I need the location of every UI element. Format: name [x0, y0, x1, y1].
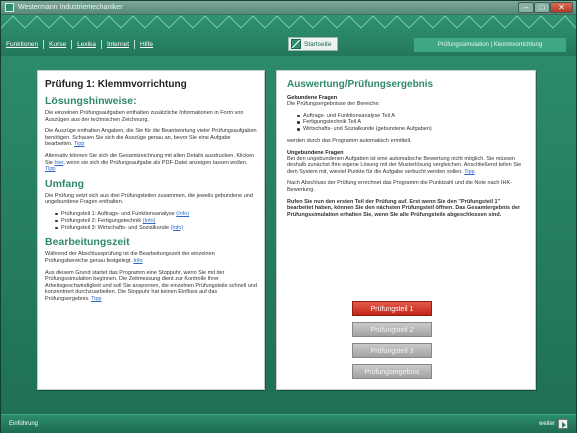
hints-paragraph-3: Alternativ können Sie sich die Gesamtzei… [45, 152, 255, 173]
close-button[interactable]: ✕ [550, 2, 573, 13]
app-window: Westermann Industriemechaniker – □ ✕ Fun… [0, 0, 577, 433]
title-bar: Westermann Industriemechaniker – □ ✕ [1, 1, 576, 15]
time-paragraph-1: Während der Abschlussprüfung ist die Bea… [45, 251, 215, 264]
scope-paragraph: Die Prüfung setzt sich aus drei Prüfungs… [45, 192, 253, 206]
maximize-button[interactable]: □ [534, 2, 550, 13]
bound-questions-after: werden durch das Programm automatisch er… [287, 137, 412, 144]
hints-paragraph-2: Die Auszüge enthalten Angaben, die Sie f… [45, 128, 257, 148]
list-item: Prüfungsteil 3: Wirtschafts- und Sozialk… [55, 225, 257, 232]
info-link-part-1[interactable]: (Info) [176, 211, 189, 217]
info-link-part-2[interactable]: (Info) [143, 218, 156, 224]
menu-funktionen[interactable]: Funktionen [1, 40, 45, 49]
next-button[interactable]: weiter [539, 419, 568, 429]
list-item: Prüfungsteil 1: Auftrags- und Funktionsa… [55, 211, 257, 218]
home-icon [291, 39, 301, 49]
tipp-link-3[interactable]: Tipp [91, 296, 102, 302]
evaluation-panel: Auswertung/Prüfungsergebnis Gebundene Fr… [276, 70, 536, 390]
evaluation-title: Auswertung/Prüfungsergebnis [287, 79, 434, 90]
list-item: Auftrags- und Funktionsanalyse Teil A [297, 113, 525, 120]
window-title: Westermann Industriemechaniker [18, 4, 123, 11]
final-paragraph: Nach Abschluss der Prüfung errechnet das… [287, 180, 513, 193]
tipp-link-2[interactable]: Tipp [45, 166, 56, 172]
info-panel: Prüfung 1: Klemmvorrichtung Lösungshinwe… [37, 70, 265, 390]
intro-link[interactable]: Einführung [9, 421, 38, 427]
list-item: Prüfungsteil 2: Fertigungstechnik (Info) [55, 218, 257, 225]
time-heading: Bearbeitungszeit [45, 236, 130, 249]
info-link-part-3[interactable]: (Info) [170, 225, 183, 231]
main-menu: Funktionen Kurse Lexika Internet Hilfe [1, 37, 158, 52]
scope-heading: Umfang [45, 177, 85, 190]
exam-part-buttons: Prüfungsteil 1 Prüfungsteil 2 Prüfungste… [352, 301, 432, 385]
unbound-questions-paragraph: Bei den ungebundenen Aufgaben ist eine a… [287, 155, 522, 175]
start-page-button[interactable]: Startseite [288, 37, 338, 51]
time-paragraph-2: Aus diesem Grund startet das Programm ei… [45, 269, 257, 302]
menu-lexika[interactable]: Lexika [72, 40, 102, 49]
hints-heading: Lösungshinweise: [45, 95, 137, 107]
list-item: Fertigungstechnik Teil A [297, 119, 525, 126]
exam-part-2-button[interactable]: Prüfungsteil 2 [352, 322, 432, 337]
exam-part-1-button[interactable]: Prüfungsteil 1 [352, 301, 432, 316]
menu-kurse[interactable]: Kurse [44, 40, 73, 49]
exam-title: Prüfung 1: Klemmvorrichtung [45, 79, 187, 90]
time-info-link[interactable]: Info [133, 258, 142, 264]
exam-part-3-button[interactable]: Prüfungsteil 3 [352, 343, 432, 358]
tipp-link-1[interactable]: Tipp [74, 141, 85, 147]
bound-areas-list: Auftrags- und Funktionsanalyse Teil A Fe… [297, 113, 525, 133]
scope-list: Prüfungsteil 1: Auftrags- und Funktionsa… [55, 211, 257, 231]
bound-questions-intro: Die Prüfungsergebnisse der Bereiche: [287, 101, 380, 107]
minimize-button[interactable]: – [518, 2, 534, 13]
instruction-paragraph: Rufen Sie nun den ersten Teil der Prüfun… [287, 198, 521, 218]
list-item: Wirtschafts- und Sozialkunde (gebundene … [297, 126, 525, 133]
hints-paragraph-1: Die einzelnen Prüfungsaufgaben enthalten… [45, 110, 244, 123]
arrow-right-icon [558, 419, 568, 429]
tipp-link-4[interactable]: Tipp [464, 169, 475, 175]
start-page-label: Startseite [304, 40, 332, 48]
menu-internet[interactable]: Internet [102, 40, 135, 49]
menu-hilfe[interactable]: Hilfe [135, 40, 158, 49]
app-icon [5, 3, 14, 12]
footer-bar: Einführung weiter [1, 414, 576, 433]
mode-breadcrumb: Prüfungssimulation | Klemmvorrichtung [414, 38, 566, 52]
next-label: weiter [538, 421, 555, 427]
exam-result-button[interactable]: Prüfungsergebnis [352, 364, 432, 379]
header-zigzag-decoration [1, 15, 576, 29]
